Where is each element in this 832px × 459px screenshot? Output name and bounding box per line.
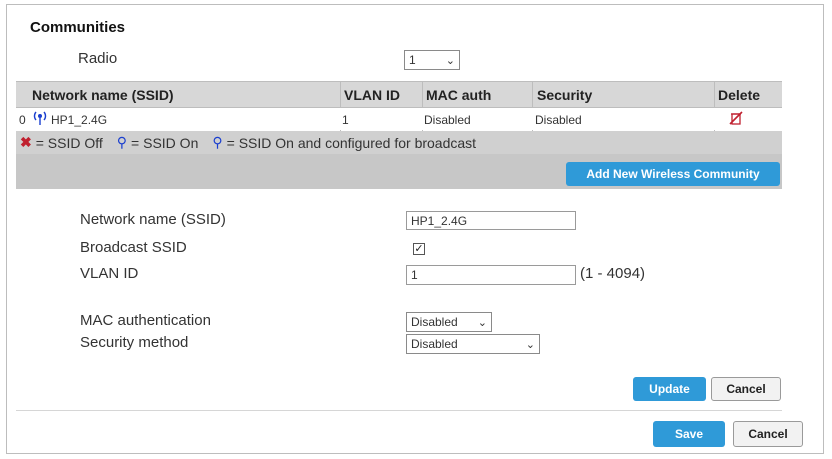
radio-select[interactable]: 1 ⌄ bbox=[404, 50, 460, 70]
row-vlan: 1 bbox=[342, 113, 349, 127]
col-delete: Delete bbox=[718, 87, 761, 103]
vlan-field-label: VLAN ID bbox=[80, 265, 139, 282]
ssid-on-icon: ⚲ bbox=[116, 134, 128, 150]
cancel-button[interactable]: Cancel bbox=[733, 421, 803, 447]
chevron-down-icon: ⌄ bbox=[477, 316, 487, 329]
col-mac-auth: MAC auth bbox=[426, 87, 492, 103]
security-value: Disabled bbox=[411, 337, 458, 351]
update-button[interactable]: Update bbox=[633, 377, 706, 401]
vlan-input[interactable] bbox=[406, 265, 576, 285]
mac-auth-label: MAC authentication bbox=[80, 312, 211, 329]
legend-broadcast-text: = SSID On and configured for broadcast bbox=[226, 134, 477, 151]
table-header: Network name (SSID) VLAN ID MAC auth Sec… bbox=[16, 81, 782, 108]
radio-label: Radio bbox=[78, 50, 118, 67]
mac-auth-select[interactable]: Disabled ⌄ bbox=[406, 312, 492, 332]
ssid-off-icon: ✖ bbox=[20, 134, 32, 150]
col-vlan: VLAN ID bbox=[344, 87, 400, 103]
legend-off-text: = SSID Off bbox=[35, 134, 103, 151]
col-security: Security bbox=[537, 87, 593, 103]
chevron-down-icon: ⌄ bbox=[525, 338, 535, 351]
chevron-down-icon: ⌄ bbox=[445, 54, 455, 67]
security-select[interactable]: Disabled ⌄ bbox=[406, 334, 540, 354]
radio-value: 1 bbox=[409, 53, 416, 67]
broadcast-label: Broadcast SSID bbox=[80, 239, 187, 256]
legend-on-text: = SSID On bbox=[131, 134, 199, 151]
security-label: Security method bbox=[80, 334, 189, 351]
form-cancel-button[interactable]: Cancel bbox=[711, 377, 781, 401]
ssid-broadcast-icon: ⚲ bbox=[212, 134, 223, 150]
legend-bar: ✖ = SSID Off ⚲ = SSID On ⚲ = SSID On and… bbox=[16, 131, 782, 154]
broadcast-checkbox[interactable]: ✓ bbox=[413, 243, 425, 255]
divider bbox=[16, 410, 782, 411]
col-ssid: Network name (SSID) bbox=[32, 87, 174, 103]
delete-icon[interactable] bbox=[729, 111, 743, 128]
row-mac-auth: Disabled bbox=[424, 113, 471, 127]
ssid-field-label: Network name (SSID) bbox=[80, 211, 226, 228]
vlan-range-hint: (1 - 4094) bbox=[580, 265, 646, 282]
row-security: Disabled bbox=[535, 113, 582, 127]
row-ssid[interactable]: HP1_2.4G bbox=[51, 113, 107, 127]
save-button[interactable]: Save bbox=[653, 421, 725, 447]
add-community-button[interactable]: Add New Wireless Community bbox=[566, 162, 780, 186]
ssid-broadcast-icon bbox=[33, 110, 47, 129]
mac-auth-value: Disabled bbox=[411, 315, 458, 329]
ssid-input[interactable] bbox=[406, 211, 576, 230]
section-title: Communities bbox=[30, 19, 126, 36]
row-index: 0 bbox=[19, 113, 26, 127]
table-row[interactable]: 0 HP1_2.4G 1 Disabled Disabled bbox=[16, 108, 782, 130]
